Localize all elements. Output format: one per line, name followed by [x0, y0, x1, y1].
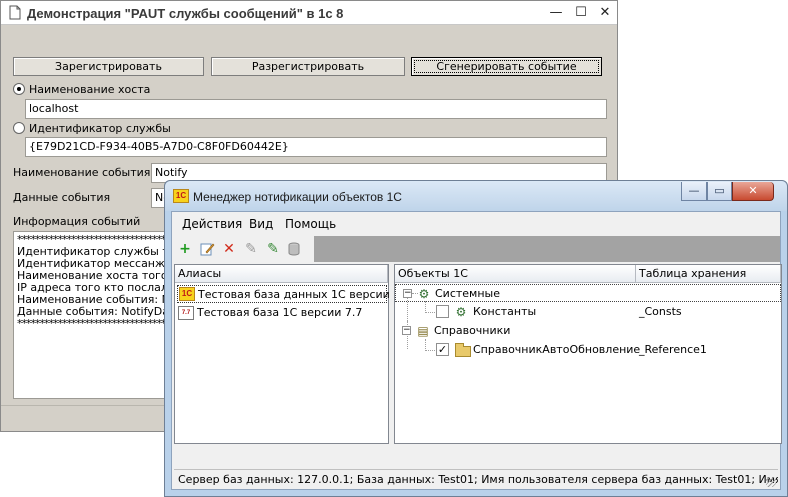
aliases-panel[interactable]: Алиасы 1С Тестовая база данных 1С версии… [174, 264, 411, 444]
status-bar: Сервер баз данных: 127.0.0.1; База данны… [174, 469, 778, 489]
aliases-column-header[interactable]: Алиасы [175, 265, 388, 283]
alias-label: Тестовая база 1С версии 7.7 [197, 306, 363, 319]
close-button[interactable]: ✕ [732, 182, 774, 201]
delete-icon[interactable]: ✕ [221, 241, 237, 257]
app-1c-icon: 1С [173, 189, 189, 203]
document-icon [9, 5, 21, 20]
folder-icon [455, 343, 471, 357]
constants-icon: ⚙ [455, 305, 467, 319]
resize-grip-icon[interactable] [766, 477, 776, 487]
minimize-button[interactable]: — [546, 4, 566, 22]
demo-window-title: Демонстрация "PAUT службы сообщений" в 1… [27, 6, 344, 21]
manager-title: Менеджер нотификации объектов 1С [193, 190, 402, 204]
base-77-icon: 7.7 [178, 306, 194, 320]
manager-client-area: Действия Вид Помощь + ✕ ✎ ✎ Алиасы 1С Те… [171, 211, 782, 490]
status-text: Сервер баз данных: 127.0.0.1; База данны… [178, 473, 778, 486]
objects-panel[interactable]: Объекты 1С Таблица хранения − ⚙ Системны… [394, 264, 782, 444]
add-icon[interactable]: + [177, 241, 193, 257]
close-button[interactable]: ✕ [595, 4, 615, 22]
demo-window-titlebar[interactable]: Демонстрация "PAUT службы сообщений" в 1… [1, 1, 617, 25]
catalog-item-checkbox[interactable]: ✓ [436, 343, 449, 356]
notification-manager-window: 1С Менеджер нотификации объектов 1С — ▭ … [164, 180, 788, 497]
menu-view[interactable]: Вид [249, 217, 273, 231]
tree-node-constants[interactable]: ⚙ Константы _Consts [395, 303, 781, 321]
objects-column-header[interactable]: Объекты 1С [395, 265, 636, 283]
collapse-icon[interactable]: − [402, 326, 411, 335]
constants-checkbox[interactable] [436, 305, 449, 318]
toolbar-background [314, 236, 780, 262]
menu-help[interactable]: Помощь [285, 217, 336, 231]
collapse-icon[interactable]: − [403, 289, 412, 298]
storage-value: _Consts [639, 305, 682, 318]
alias-item[interactable]: 7.7 Тестовая база 1С версии 7.7 [177, 304, 387, 322]
tree-node-catalogs[interactable]: − ▤ Справочники [395, 322, 781, 340]
register-button[interactable]: Зарегистрировать [13, 57, 204, 76]
maximize-button[interactable]: ▭ [707, 182, 732, 201]
host-radio-label: Наименование хоста [29, 83, 151, 96]
database-icon[interactable] [287, 241, 303, 257]
maximize-button[interactable]: ☐ [571, 4, 591, 22]
edit-icon[interactable] [199, 241, 215, 257]
storage-value: _Reference1 [639, 343, 707, 356]
menu-actions[interactable]: Действия [182, 217, 242, 231]
tree-node-system[interactable]: − ⚙ Системные [395, 284, 781, 302]
disconnect-icon[interactable]: ✎ [243, 241, 259, 257]
connect-icon[interactable]: ✎ [265, 241, 281, 257]
service-radio-label: Идентификатор службы [29, 122, 171, 135]
host-input[interactable]: localhost [25, 99, 607, 119]
tree-node-catalog-item[interactable]: ✓ СправочникАвтоОбновление _Reference1 [395, 341, 781, 359]
tree-node-label: Справочники [434, 324, 511, 337]
storage-column-header[interactable]: Таблица хранения [636, 265, 781, 283]
service-id-input[interactable]: {E79D21CD-F934-40B5-A7D0-C8F0FD60442E} [25, 137, 607, 157]
catalogs-icon: ▤ [417, 324, 429, 338]
host-radio[interactable] [13, 83, 25, 95]
event-info-label: Информация событий [13, 215, 141, 228]
generate-event-button[interactable]: Сгенерировать событие [411, 57, 602, 76]
service-radio[interactable] [13, 122, 25, 134]
minimize-button[interactable]: — [681, 182, 707, 201]
unregister-button[interactable]: Разрегистрировать [211, 57, 405, 76]
system-objects-icon: ⚙ [418, 287, 430, 301]
alias-item[interactable]: 1С Тестовая база данных 1С версии 8.1 [177, 285, 411, 303]
tree-node-label: Константы [473, 305, 537, 318]
event-name-label: Наименование события [13, 166, 151, 179]
tree-node-label: Системные [435, 287, 500, 300]
event-data-label: Данные события [13, 191, 111, 204]
alias-label: Тестовая база данных 1С версии 8.1 [198, 288, 411, 301]
tree-node-label: СправочникАвтоОбновление [473, 343, 641, 356]
toolbar: + ✕ ✎ ✎ [172, 236, 314, 262]
menu-bar: Действия Вид Помощь [172, 212, 780, 236]
manager-titlebar[interactable]: 1С Менеджер нотификации объектов 1С — ▭ … [165, 181, 787, 211]
base-1c-icon: 1С [179, 287, 195, 301]
